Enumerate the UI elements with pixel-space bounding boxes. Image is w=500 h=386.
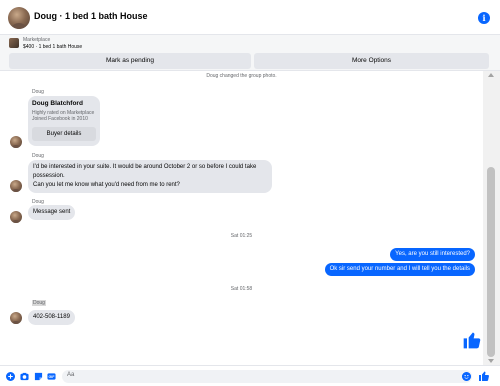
gif-icon[interactable]: GIF [47, 372, 56, 381]
timestamp: Sat 01:25 [230, 233, 253, 239]
message-line: I'd be interested in your suite. It woul… [33, 164, 257, 170]
sender-name: Doug [32, 89, 44, 95]
message-input[interactable]: Aa [62, 370, 472, 383]
scrollbar-thumb[interactable] [487, 167, 495, 357]
conversation-avatar[interactable] [8, 7, 30, 29]
like-icon[interactable] [462, 330, 482, 350]
camera-icon[interactable] [20, 372, 29, 381]
outgoing-message-bubble: Ok sir send your number and I will tell … [324, 263, 475, 276]
message-text: Yes, are you still interested? [395, 251, 470, 257]
svg-text:GIF: GIF [49, 375, 56, 379]
listing-title[interactable]: $400 · 1 bed 1 bath House [23, 44, 82, 50]
sender-name: Doug [32, 153, 44, 159]
plus-icon[interactable] [6, 372, 15, 381]
timestamp: Sat 01:58 [230, 286, 253, 292]
buyer-name[interactable]: Doug Blatchford [32, 100, 83, 107]
message-text: Message sent [33, 209, 71, 215]
buyer-joined: Joined Facebook in 2010 [32, 116, 88, 122]
more-options-button[interactable]: More Options [254, 53, 489, 69]
message-line: Can you let me know what you'd need from… [33, 182, 180, 188]
avatar[interactable] [10, 312, 22, 324]
marketplace-bar: Marketplace $400 · 1 bed 1 bath House Ma… [0, 35, 500, 71]
chat-scrollbar[interactable] [483, 71, 500, 365]
scroll-up-arrow-icon[interactable] [488, 73, 494, 77]
info-icon[interactable]: i [478, 12, 490, 24]
buyer-details-button[interactable]: Buyer details [32, 127, 96, 141]
conversation-header: Doug · 1 bed 1 bath House i [0, 0, 500, 35]
message-bubble: 402-508-1189 [28, 310, 75, 325]
outgoing-message-bubble: Yes, are you still interested? [390, 248, 475, 261]
avatar[interactable] [10, 180, 22, 192]
mark-as-pending-button[interactable]: Mark as pending [9, 53, 251, 69]
system-message: Doug changed the group photo. [206, 73, 277, 79]
send-like-icon[interactable] [478, 370, 490, 382]
message-text: Ok sir send your number and I will tell … [329, 266, 470, 272]
message-input-placeholder: Aa [67, 372, 75, 378]
scroll-down-arrow-icon[interactable] [488, 359, 494, 363]
message-line: possession. [33, 173, 65, 179]
message-composer: GIF Aa [0, 365, 500, 386]
message-text: 402-508-1189 [33, 314, 70, 320]
avatar[interactable] [10, 136, 22, 148]
sticker-icon[interactable] [34, 372, 43, 381]
listing-thumbnail[interactable] [9, 38, 19, 48]
marketplace-label: Marketplace [23, 37, 51, 43]
message-bubble: I'd be interested in your suite. It woul… [28, 160, 272, 193]
message-bubble: Message sent [28, 205, 76, 220]
emoji-icon[interactable] [462, 372, 471, 381]
conversation-title[interactable]: Doug · 1 bed 1 bath House [34, 11, 148, 21]
avatar[interactable] [10, 211, 22, 223]
buyer-profile-card: Doug Blatchford Highly rated on Marketpl… [28, 96, 100, 146]
message-thread: Doug changed the group photo. Doug Doug … [0, 71, 483, 365]
sender-name: Doug [32, 300, 46, 306]
